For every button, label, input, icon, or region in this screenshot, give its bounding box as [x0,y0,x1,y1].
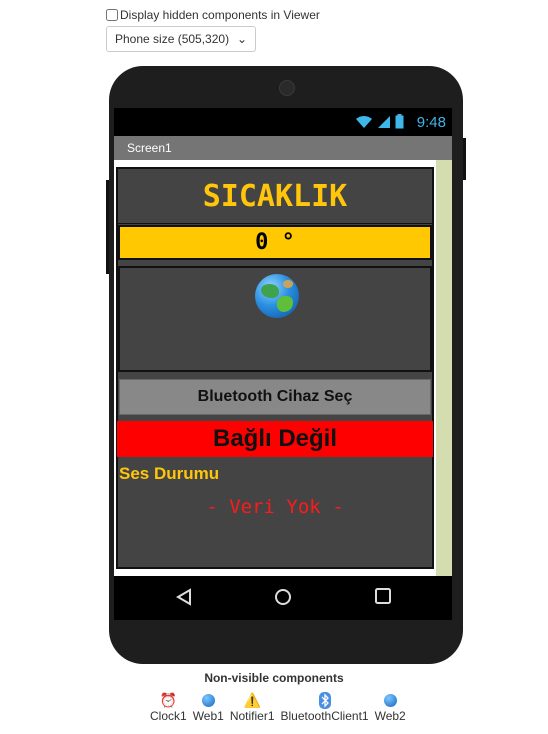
sicaklik-label: SICAKLIK [117,168,433,224]
warning-icon: ⚠️ [243,692,261,708]
screen-scroll-strip [436,160,452,576]
status-icons [355,114,404,132]
veri-yok-label: - Veri Yok - [206,496,344,518]
home-icon[interactable] [274,588,292,609]
bluetooth-select-button[interactable]: Bluetooth Cihaz Seç [119,379,431,415]
status-time: 9:48 [416,114,446,131]
non-visible-title: Non-visible components [204,671,344,685]
component-clock1[interactable]: ⏰ Clock1 [150,692,187,723]
image-arrangement [118,266,432,372]
connection-status-label: Bağlı Değil [117,421,433,457]
component-web1[interactable]: Web1 [193,692,224,723]
phone-side-button [463,138,466,180]
recents-icon[interactable] [375,588,391,607]
component-label: BluetoothClient1 [280,709,369,723]
nav-bar [114,576,452,620]
temperature-value: 0 ° [118,225,432,260]
component-label: Web2 [374,709,406,723]
clock-icon: ⏰ [159,692,178,708]
globe-icon [255,274,299,318]
non-visible-list: ⏰ Clock1 Web1 ⚠️ Notifier1 BluetoothClie… [150,692,406,723]
screen-title: Screen1 [127,141,172,155]
display-hidden-label: Display hidden components in Viewer [120,8,320,22]
component-label: Web1 [192,709,224,723]
web-icon [201,692,215,709]
phone-size-select[interactable]: Phone size (505,320) ⌄ [106,26,256,52]
back-icon[interactable] [176,588,192,609]
display-hidden-checkbox[interactable] [106,9,118,21]
component-label: Clock1 [150,709,187,723]
chevron-down-icon: ⌄ [236,32,247,46]
ses-durumu-label: Ses Durumu [119,464,220,483]
bluetooth-icon [318,692,331,709]
phone-side-button [106,180,109,274]
signal-icon [377,115,391,132]
camera-icon [279,80,295,96]
wifi-icon [355,115,373,132]
web-icon [383,692,397,709]
phone-size-value: Phone size (505,320) [115,32,230,46]
component-web2[interactable]: Web2 [375,692,406,723]
status-bar: 9:48 [114,108,452,136]
display-hidden-checkbox-row[interactable]: Display hidden components in Viewer [106,8,320,22]
component-bluetoothclient1[interactable]: BluetoothClient1 [281,692,369,723]
screen-title-bar: Screen1 [114,136,452,160]
battery-icon [395,114,404,132]
component-notifier1[interactable]: ⚠️ Notifier1 [230,692,275,723]
component-label: Notifier1 [229,709,275,723]
